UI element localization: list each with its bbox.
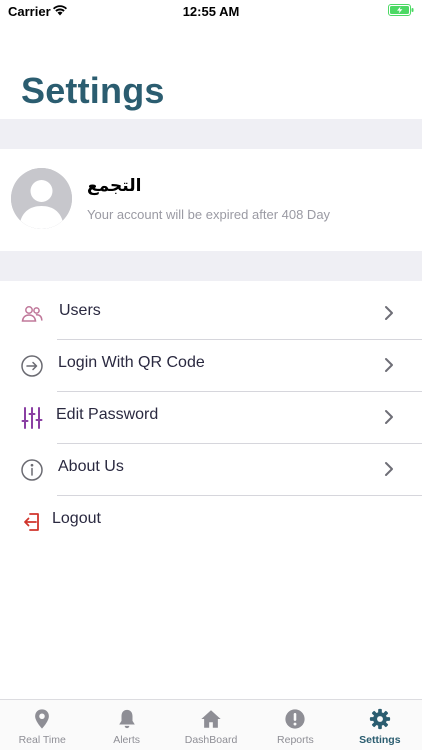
menu-item-users[interactable]: Users bbox=[0, 290, 422, 342]
menu-label-edit-password: Edit Password bbox=[56, 406, 159, 423]
menu-item-about-us[interactable]: About Us bbox=[0, 446, 422, 498]
tab-real-time[interactable]: Real Time bbox=[0, 700, 84, 750]
chevron-right-icon bbox=[385, 410, 393, 424]
menu-label-about-us: About Us bbox=[58, 458, 124, 475]
account-name: التجمع bbox=[87, 176, 142, 195]
tab-alerts[interactable]: Alerts bbox=[84, 700, 168, 750]
divider bbox=[57, 443, 422, 444]
chevron-right-icon bbox=[385, 306, 393, 320]
divider bbox=[57, 339, 422, 340]
arrow-circle-icon bbox=[21, 355, 43, 377]
divider bbox=[57, 391, 422, 392]
exclamation-icon bbox=[285, 709, 306, 729]
person-icon bbox=[11, 168, 72, 229]
home-icon bbox=[201, 710, 221, 728]
battery-icon bbox=[388, 4, 414, 16]
tab-dashboard[interactable]: DashBoard bbox=[169, 700, 253, 750]
page-title: Settings bbox=[21, 70, 165, 111]
divider bbox=[57, 495, 422, 496]
map-pin-icon bbox=[35, 709, 50, 729]
chevron-right-icon bbox=[385, 358, 393, 372]
status-bar: Carrier 12:55 AM bbox=[0, 0, 422, 24]
tab-bar: Real Time Alerts DashBoard Reports Setti… bbox=[0, 699, 422, 750]
section-separator bbox=[0, 119, 422, 149]
menu-item-login-qr[interactable]: Login With QR Code bbox=[0, 342, 422, 394]
tab-reports[interactable]: Reports bbox=[253, 700, 337, 750]
chevron-right-icon bbox=[385, 462, 393, 476]
menu-item-logout[interactable]: Logout bbox=[0, 498, 422, 550]
gear-icon bbox=[369, 708, 390, 730]
menu-label-login-qr: Login With QR Code bbox=[58, 354, 205, 371]
bell-icon bbox=[118, 709, 135, 729]
users-icon bbox=[21, 306, 43, 322]
tab-settings[interactable]: Settings bbox=[338, 700, 422, 750]
tab-label: DashBoard bbox=[184, 734, 238, 746]
account-expiry-text: Your account will be expired after 408 D… bbox=[87, 207, 331, 222]
tab-label: Real Time bbox=[18, 734, 66, 746]
tab-label: Alerts bbox=[113, 734, 141, 746]
tab-label: Settings bbox=[359, 734, 401, 746]
avatar bbox=[11, 168, 72, 229]
info-circle-icon bbox=[21, 459, 43, 481]
menu-item-edit-password[interactable]: Edit Password bbox=[0, 394, 422, 446]
tab-label: Reports bbox=[277, 734, 314, 746]
menu-label-users: Users bbox=[59, 302, 101, 319]
clock: 12:55 AM bbox=[182, 4, 240, 19]
menu-label-logout: Logout bbox=[52, 510, 101, 527]
sliders-icon bbox=[21, 407, 43, 429]
logout-icon bbox=[24, 513, 39, 531]
section-separator bbox=[0, 251, 422, 281]
